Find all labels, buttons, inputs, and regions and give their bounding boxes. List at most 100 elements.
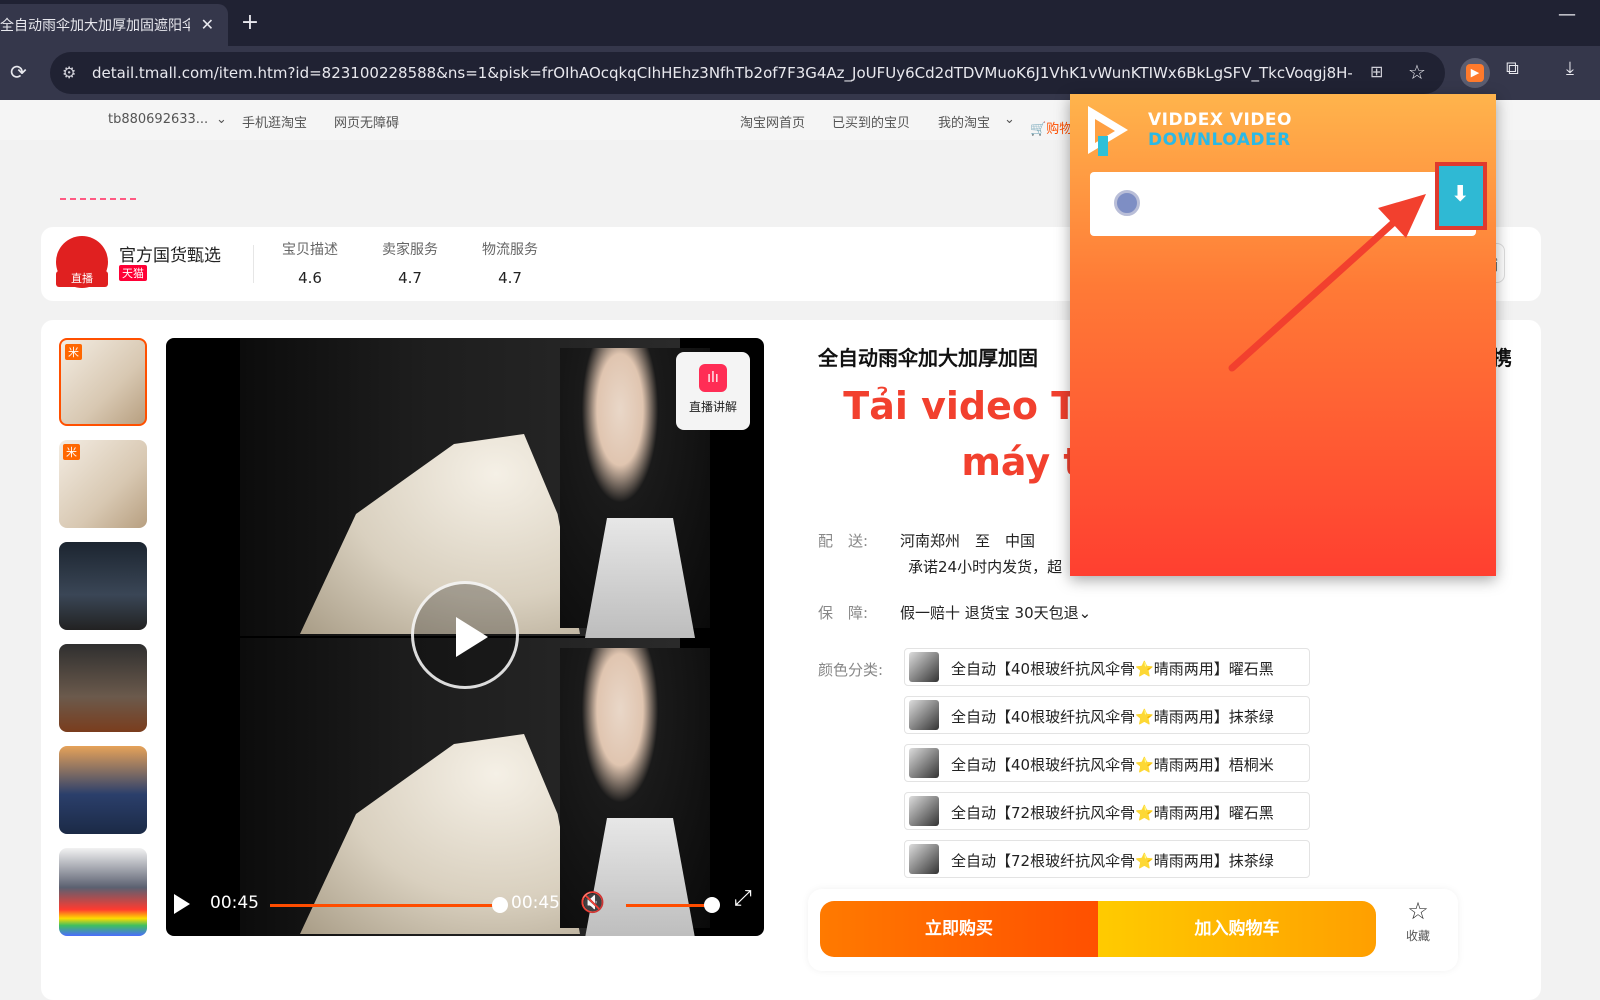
guarantee-value[interactable]: 假一赔十 退货宝 30天包退⌄ (900, 602, 1091, 623)
browser-toolbar: ⟳ ⚙ detail.tmall.com/item.htm?id=8231002… (0, 46, 1600, 100)
star-icon: ☆ (1407, 897, 1429, 925)
play-icon (456, 617, 488, 657)
live-badge[interactable]: 直播 (56, 271, 108, 287)
tmall-badge: 天猫 (119, 265, 147, 281)
fullscreen-icon[interactable]: ⤢ (734, 886, 752, 911)
buy-now-button[interactable]: 立即购买 (820, 901, 1098, 957)
mi-badge: 米 (63, 444, 80, 460)
score-value: 4.6 (298, 269, 322, 287)
cart-label: 购物 (1046, 122, 1073, 137)
product-thumbnail[interactable]: 米 (59, 440, 147, 528)
color-option-label: 全自动【72根玻纤抗风伞骨⭐晴雨两用】抹茶绿 (951, 852, 1274, 870)
favorite-label: 收藏 (1405, 929, 1430, 943)
logo-part (1098, 136, 1108, 156)
current-time: 00:45 (210, 893, 259, 913)
browser-tab[interactable]: 全自动雨伞加大加厚加固遮阳伞 ✕ (0, 4, 228, 46)
viddex-logo-icon (1088, 106, 1132, 158)
product-video-player[interactable]: ılı 直播讲解 00:45 00:45 🔇 ⤢ (166, 338, 764, 936)
product-thumbnail[interactable] (59, 848, 147, 936)
viddex-extension-icon[interactable]: ▶ (1460, 58, 1490, 88)
shop-name[interactable]: 官方国货甄选 (119, 241, 221, 266)
favorite-button[interactable]: ☆ 收藏 (1398, 897, 1438, 944)
extensions-puzzle-icon[interactable]: ⧉ (1506, 58, 1519, 79)
color-option[interactable]: 全自动【40根玻纤抗风伞骨⭐晴雨两用】抹茶绿 (904, 696, 1310, 734)
guarantee-label: 保 障: (818, 604, 869, 622)
color-option-label: 全自动【40根玻纤抗风伞骨⭐晴雨两用】抹茶绿 (951, 708, 1274, 726)
address-bar[interactable]: ⚙ detail.tmall.com/item.htm?id=823100228… (50, 52, 1445, 94)
download-button[interactable]: ⬇ (1435, 162, 1487, 230)
score-logistics: 物流服务 4.7 (475, 239, 545, 287)
color-option-image (909, 700, 939, 730)
color-option-image (909, 796, 939, 826)
bought-items-link[interactable]: 已买到的宝贝 (832, 112, 910, 131)
color-option-label: 全自动【40根玻纤抗风伞骨⭐晴雨两用】曜石黑 (951, 660, 1274, 678)
user-account-link[interactable]: tb880692633... (108, 112, 208, 127)
downloads-icon[interactable]: ⤓ (1566, 58, 1574, 79)
translate-icon[interactable]: ⊞ (1370, 62, 1383, 81)
cart-link[interactable]: 🛒购物 (1030, 118, 1072, 137)
product-thumbnail[interactable] (59, 644, 147, 732)
add-to-cart-button[interactable]: 加入购物车 (1098, 901, 1376, 957)
score-value: 4.7 (398, 269, 422, 287)
minimize-window-button[interactable]: — (1558, 4, 1576, 25)
live-bars-icon: ılı (699, 364, 727, 392)
seek-bar[interactable] (270, 904, 502, 907)
color-label: 颜色分类: (818, 661, 884, 679)
delivery-value[interactable]: 河南郑州 至 中国 (900, 530, 1035, 551)
site-info-icon[interactable]: ⚙ (62, 63, 76, 82)
chevron-down-icon[interactable]: ⌄ (1004, 112, 1015, 127)
total-time: 00:45 (511, 893, 560, 913)
product-thumbnail[interactable] (59, 542, 147, 630)
color-option-image (909, 652, 939, 682)
score-label: 宝贝描述 (282, 242, 338, 258)
tab-title: 全自动雨伞加大加厚加固遮阳伞 (0, 18, 190, 34)
color-option[interactable]: 全自动【72根玻纤抗风伞骨⭐晴雨两用】抹茶绿 (904, 840, 1310, 878)
taobao-home-link[interactable]: 淘宝网首页 (740, 112, 805, 131)
color-option-image (909, 844, 939, 874)
live-explain-button[interactable]: ılı 直播讲解 (676, 352, 750, 430)
product-title: 全自动雨伞加大加厚加固 (818, 346, 1038, 370)
decorative-dashes (60, 198, 136, 200)
volume-slider[interactable] (626, 904, 710, 907)
color-option[interactable]: 全自动【40根玻纤抗风伞骨⭐晴雨两用】梧桐米 (904, 744, 1310, 782)
video-url-input[interactable] (1090, 172, 1476, 236)
video-controls: 00:45 00:45 🔇 ⤢ (166, 866, 764, 936)
cart-icon: 🛒 (1030, 122, 1047, 137)
reload-icon[interactable]: ⟳ (10, 60, 27, 84)
seek-handle[interactable] (492, 897, 508, 913)
my-taobao-link[interactable]: 我的淘宝 (938, 112, 990, 131)
play-icon[interactable] (174, 894, 190, 914)
color-option[interactable]: 全自动【72根玻纤抗风伞骨⭐晴雨两用】曜石黑 (904, 792, 1310, 830)
viddex-play-icon: ▶ (1466, 64, 1484, 82)
browser-tab-bar: 全自动雨伞加大加厚加固遮阳伞 ✕ + — (0, 0, 1600, 46)
url-text[interactable]: detail.tmall.com/item.htm?id=82310022858… (92, 64, 1352, 82)
brand-name-line-2: DOWNLOADER (1148, 130, 1291, 150)
close-tab-icon[interactable]: ✕ (201, 15, 214, 34)
live-explain-label: 直播讲解 (688, 400, 737, 414)
mute-icon[interactable]: 🔇 (580, 890, 605, 914)
color-option-label: 全自动【72根玻纤抗风伞骨⭐晴雨两用】曜石黑 (951, 804, 1274, 822)
accessibility-link[interactable]: 网页无障碍 (334, 112, 399, 131)
divider (253, 245, 254, 283)
bookmark-star-icon[interactable]: ☆ (1408, 60, 1426, 84)
play-button[interactable] (411, 581, 519, 689)
product-thumbnail[interactable]: 米 (59, 338, 147, 426)
score-value: 4.7 (498, 269, 522, 287)
purchase-bar: 立即购买 加入购物车 ☆ 收藏 (808, 889, 1458, 971)
delivery-promise: 承诺24小时内发货，超 (908, 558, 1063, 576)
download-arrow-icon: ⬇ (1451, 182, 1470, 207)
thumbnail-list: 米 米 (59, 338, 149, 950)
globe-icon (1114, 190, 1140, 216)
volume-handle[interactable] (704, 897, 720, 913)
new-tab-button[interactable]: + (238, 10, 262, 35)
mi-badge: 米 (65, 344, 82, 360)
chevron-down-icon[interactable]: ⌄ (216, 112, 227, 127)
score-seller-service: 卖家服务 4.7 (375, 239, 445, 287)
delivery-label: 配 送: (818, 532, 869, 550)
color-option[interactable]: 全自动【40根玻纤抗风伞骨⭐晴雨两用】曜石黑 (904, 648, 1310, 686)
brand-name-line-1: VIDDEX VIDEO (1148, 110, 1293, 130)
mobile-taobao-link[interactable]: 手机逛淘宝 (242, 112, 307, 131)
score-label: 物流服务 (482, 242, 538, 258)
score-description: 宝贝描述 4.6 (275, 239, 345, 287)
product-thumbnail[interactable] (59, 746, 147, 834)
